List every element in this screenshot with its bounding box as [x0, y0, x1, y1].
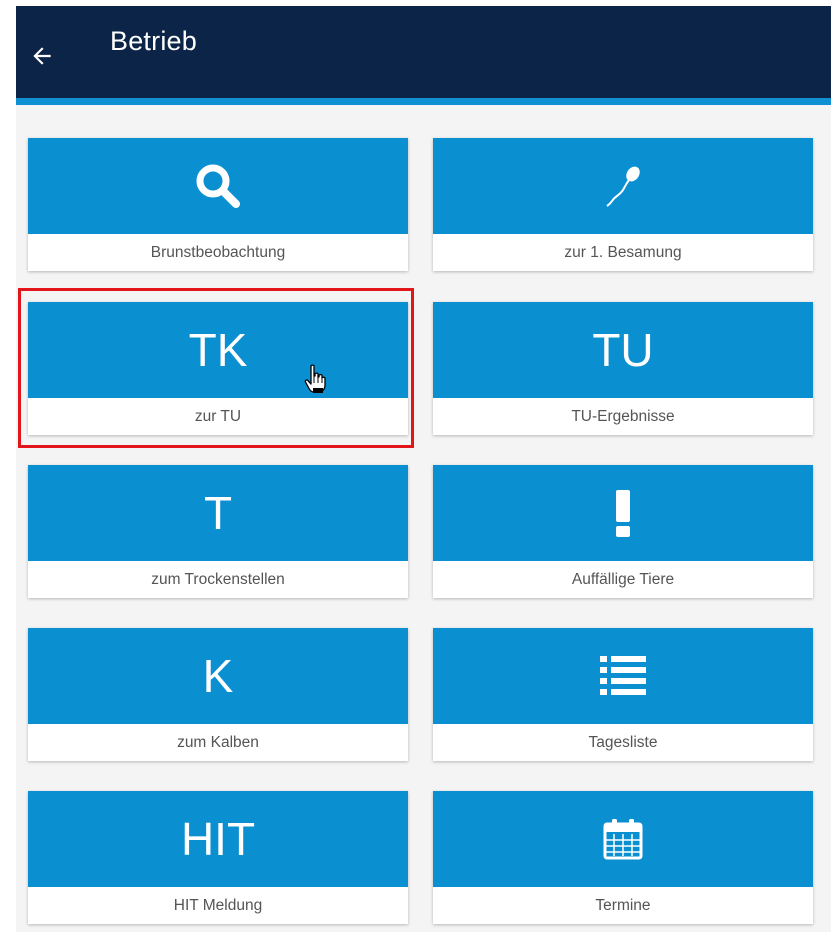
tile-label: Auffällige Tiere [433, 561, 813, 598]
app-bar: Betrieb [16, 6, 831, 105]
tile-zum-trockenstellen[interactable]: T zum Trockenstellen [28, 465, 408, 598]
sperm-icon [606, 166, 640, 207]
tile-icon-area [433, 628, 813, 724]
search-icon [196, 164, 240, 208]
tile-label: Brunstbeobachtung [28, 234, 408, 271]
tile-icon-text: HIT [28, 791, 408, 887]
tile-label: Termine [433, 887, 813, 924]
tile-label: zum Kalben [28, 724, 408, 761]
list-icon [600, 656, 646, 695]
tile-icon-text: TU [433, 302, 813, 398]
calendar-icon [603, 819, 643, 860]
tile-termine[interactable]: Termine [433, 791, 813, 924]
tile-zur-1-besamung[interactable]: zur 1. Besamung [433, 138, 813, 271]
tile-auffaellige-tiere[interactable]: Auffällige Tiere [433, 465, 813, 598]
app-screen: Betrieb Brunstbeobachtung zur 1. Besamun… [16, 6, 831, 932]
back-button[interactable] [24, 38, 60, 74]
tile-icon-text: K [28, 628, 408, 724]
tile-icon-area [433, 465, 813, 561]
tile-label: zur TU [28, 398, 408, 435]
tile-icon-area [433, 138, 813, 234]
tile-label: zum Trockenstellen [28, 561, 408, 598]
tile-label: HIT Meldung [28, 887, 408, 924]
tile-tagesliste[interactable]: Tagesliste [433, 628, 813, 761]
hand-cursor-icon [304, 364, 326, 393]
page-title: Betrieb [110, 26, 197, 56]
tile-label: TU-Ergebnisse [433, 398, 813, 435]
tile-icon-area [28, 138, 408, 234]
arrow-left-icon [33, 47, 51, 65]
tile-icon-text: TK [28, 302, 408, 398]
tile-icon-area [433, 791, 813, 887]
tile-label: zur 1. Besamung [433, 234, 813, 271]
tile-brunstbeobachtung[interactable]: Brunstbeobachtung [28, 138, 408, 271]
tile-zum-kalben[interactable]: K zum Kalben [28, 628, 408, 761]
tile-hit-meldung[interactable]: HIT HIT Meldung [28, 791, 408, 924]
tile-zur-tu[interactable]: TK zur TU [28, 302, 408, 435]
tile-label: Tagesliste [433, 724, 813, 761]
exclamation-icon [616, 490, 630, 537]
tile-icon-text: T [28, 465, 408, 561]
tile-tu-ergebnisse[interactable]: TU TU-Ergebnisse [433, 302, 813, 435]
